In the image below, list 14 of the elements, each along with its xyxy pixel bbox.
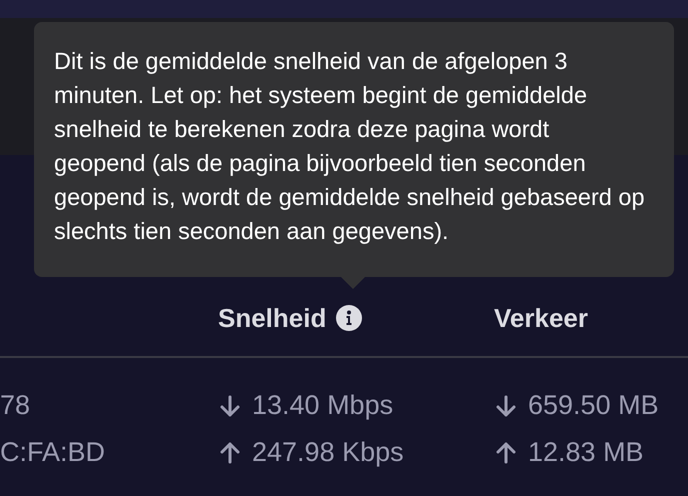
speed-value: 247.98 Kbps [252, 437, 404, 468]
column-header: Verkeer [494, 302, 588, 334]
column-header: Snelheid [218, 302, 326, 334]
table-cell-text: C:FA:BD [0, 437, 106, 468]
down-arrow-icon [218, 394, 242, 418]
speed-value: 13.40 Mbps [252, 390, 394, 421]
up-arrow-icon [494, 440, 518, 464]
up-arrow-icon [218, 440, 242, 464]
down-arrow-icon [494, 394, 518, 418]
traffic-value: 12.83 MB [528, 437, 644, 468]
info-icon[interactable] [335, 304, 364, 332]
tooltip-text: Dit is de gemiddelde snelheid van de afgelopen 3 minuten. Let op: het systeem begint de gemiddelde snelheid te berekenen zodra deze pagina wordt geopend (als de pagina bijvoorbeeld tien seconden geopend is, wordt de gemiddelde snelheid gebaseerd op slechts tien seconden aan gegevens). [54, 47, 646, 246]
table-cell-text: 78 [0, 390, 32, 421]
traffic-value: 659.50 MB [528, 390, 659, 421]
